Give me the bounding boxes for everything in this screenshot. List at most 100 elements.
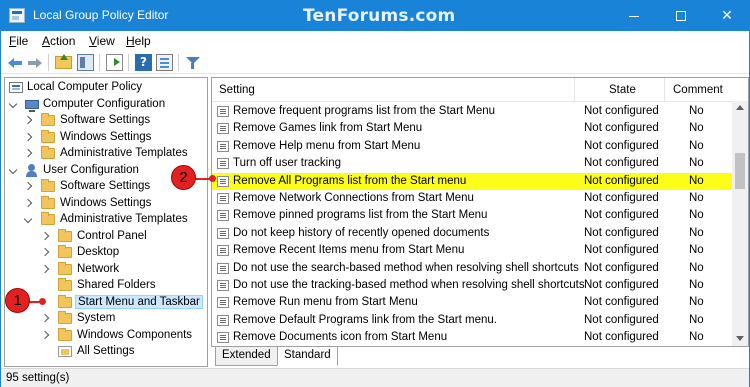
column-header-setting[interactable]: Setting: [219, 84, 255, 96]
filter-icon[interactable]: [184, 54, 201, 71]
chevron-down-icon[interactable]: [23, 214, 33, 224]
chevron-right-icon[interactable]: [23, 115, 33, 125]
table-row-highlighted[interactable]: Remove All Programs list from the Start …: [212, 172, 734, 190]
setting-state: Not configured: [584, 296, 659, 309]
table-row[interactable]: Remove pinned programs list from the Sta…: [212, 207, 734, 224]
toolbar-separator: [99, 54, 100, 71]
menu-view-accelerator: V: [89, 34, 97, 48]
setting-icon: [217, 210, 229, 222]
gpedit-app-icon: [9, 8, 25, 23]
tree-item-user-administrative-templates[interactable]: Administrative Templates: [5, 212, 207, 229]
setting-comment: No: [689, 174, 704, 187]
tree-item-control-panel[interactable]: Control Panel: [5, 228, 207, 246]
column-header-state[interactable]: State: [609, 84, 636, 96]
setting-comment: No: [689, 331, 704, 344]
tree-item-label: Computer Configuration: [43, 97, 166, 110]
export-list-icon[interactable]: [106, 54, 123, 71]
setting-comment: No: [689, 226, 704, 239]
menu-help[interactable]: Help: [126, 34, 151, 48]
chevron-right-icon[interactable]: [23, 198, 33, 207]
minimize-button[interactable]: [611, 1, 657, 31]
table-row[interactable]: Remove Recent Items menu from Start Menu…: [212, 242, 734, 259]
tree-item-label: Start Menu and Taskbar: [75, 294, 203, 309]
column-divider[interactable]: [574, 78, 575, 102]
forward-arrow-icon[interactable]: [26, 54, 43, 71]
setting-icon: [217, 332, 229, 344]
tree-item-label: Software Settings: [60, 114, 151, 126]
close-button[interactable]: ✕: [704, 1, 750, 31]
tree-item-label: Administrative Templates: [60, 147, 188, 159]
callout-2-dot: [209, 175, 216, 182]
up-folder-icon[interactable]: [55, 54, 72, 69]
table-row[interactable]: Remove Documents icon from Start Menu Not…: [212, 329, 734, 346]
chevron-down-icon[interactable]: [8, 165, 18, 174]
menu-view-label: iew: [96, 34, 115, 48]
tab-standard[interactable]: Standard: [277, 347, 338, 366]
setting-name: Remove Help menu from Start Menu: [233, 139, 421, 152]
table-row[interactable]: Do not keep history of recently opened d…: [212, 225, 734, 242]
tree-item-desktop[interactable]: Desktop: [5, 245, 207, 262]
table-row[interactable]: Remove Run menu from Start Menu Not confi…: [212, 294, 734, 311]
tree-item-all-settings[interactable]: All Settings: [5, 344, 207, 361]
menu-help-label: elp: [134, 34, 151, 48]
menu-view[interactable]: View: [89, 34, 115, 48]
table-row[interactable]: Remove Games link from Start Menu Not con…: [212, 120, 734, 137]
tab-extended[interactable]: Extended: [215, 347, 278, 366]
tree-item-computer-configuration[interactable]: Computer Configuration: [5, 97, 207, 114]
table-row[interactable]: Turn off user tracking Not configured No: [212, 155, 734, 172]
column-divider[interactable]: [664, 78, 665, 102]
tree-item-user-windows-settings[interactable]: Windows Settings: [5, 195, 207, 213]
setting-name: Remove frequent programs list from the S…: [233, 105, 496, 117]
status-text: 95 setting(s): [6, 372, 70, 384]
chevron-right-icon[interactable]: [40, 247, 50, 257]
table-row[interactable]: Remove Default Programs link from the St…: [212, 312, 734, 329]
menu-action[interactable]: Action: [42, 34, 75, 48]
show-hide-tree-icon[interactable]: [77, 54, 94, 71]
menu-file[interactable]: File: [9, 34, 28, 48]
maximize-button[interactable]: [658, 1, 704, 31]
table-row[interactable]: Do not use the tracking-based method whe…: [212, 277, 734, 294]
setting-comment: No: [689, 261, 704, 274]
column-header-comment[interactable]: Comment: [673, 84, 723, 96]
scroll-down-arrow-icon[interactable]: [736, 336, 744, 341]
toolbar-separator: [178, 54, 179, 71]
scrollbar-thumb[interactable]: [735, 153, 745, 189]
scroll-up-arrow-icon[interactable]: [736, 105, 744, 110]
setting-state: Not configured: [584, 261, 659, 274]
tree-item-administrative-templates[interactable]: Administrative Templates: [5, 146, 207, 163]
tree-item-system[interactable]: System: [5, 311, 207, 328]
tree-item-local-computer-policy[interactable]: Local Computer Policy: [5, 80, 207, 97]
chevron-right-icon[interactable]: [23, 181, 33, 191]
setting-state: Not configured: [584, 244, 659, 257]
chevron-right-icon[interactable]: [40, 264, 50, 273]
setting-icon: [217, 262, 229, 274]
menu-action-label: ction: [50, 34, 76, 48]
table-row[interactable]: Remove Network Connections from Start Me…: [212, 190, 734, 207]
setting-comment: No: [689, 157, 704, 170]
setting-state: Not configured: [584, 174, 659, 187]
chevron-right-icon[interactable]: [40, 231, 50, 240]
tree-item-network[interactable]: Network: [5, 261, 207, 279]
menu-action-accelerator: A: [42, 34, 51, 48]
chevron-right-icon[interactable]: [40, 330, 50, 339]
vertical-scrollbar[interactable]: [732, 101, 748, 346]
table-row[interactable]: Remove frequent programs list from the S…: [212, 103, 734, 120]
chevron-right-icon[interactable]: [23, 148, 33, 158]
help-icon[interactable]: ?: [135, 54, 152, 71]
folder-icon: [41, 212, 55, 225]
chevron-right-icon[interactable]: [23, 132, 33, 141]
table-row[interactable]: Do not use the search-based method when …: [212, 260, 734, 277]
table-row[interactable]: Remove Help menu from Start Menu Not conf…: [212, 138, 734, 155]
folder-icon: [58, 294, 72, 308]
tree-item-software-settings[interactable]: Software Settings: [5, 113, 207, 130]
properties-icon[interactable]: [156, 54, 173, 71]
chevron-right-icon[interactable]: [40, 313, 50, 323]
tree-item-windows-settings[interactable]: Windows Settings: [5, 129, 207, 147]
tree-item-windows-components[interactable]: Windows Components: [5, 327, 207, 345]
back-arrow-icon[interactable]: [7, 54, 24, 71]
setting-icon: [217, 193, 229, 204]
app-window: Local Group Policy Editor TenForums.com …: [0, 0, 750, 387]
tree-item-shared-folders[interactable]: Shared Folders: [5, 278, 207, 295]
setting-icon: [217, 280, 229, 291]
chevron-down-icon[interactable]: [8, 99, 18, 108]
